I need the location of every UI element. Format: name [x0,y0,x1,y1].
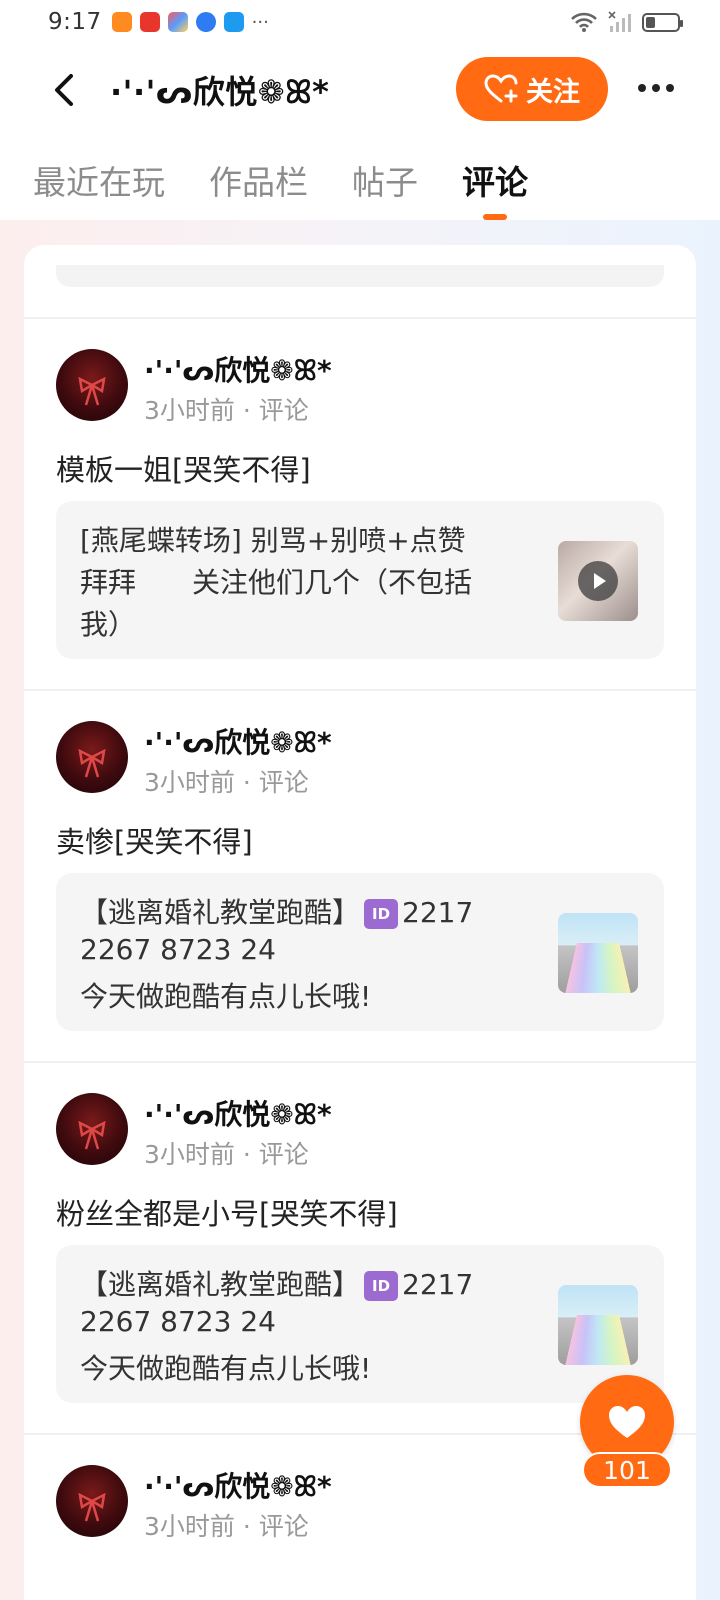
comment-text: 粉丝全都是小号[哭笑不得] [56,1197,398,1231]
bow-icon [78,1493,106,1522]
wifi-icon [571,12,597,32]
comment-user-name[interactable]: ·'·'ᔕ欣悦❁ꕤ* [144,1465,332,1505]
quoted-text-line: 我） [80,608,137,641]
chevron-left-icon [55,74,73,106]
profile-header: ·'·'ᔕ欣悦❁ꕤ* 关注 [0,50,720,130]
tab-label: 最近在玩 [33,163,165,202]
comment-item: ·'·'ᔕ欣悦❁ꕤ* 3小时前 · 评论 粉丝全都是小号[哭笑不得] 【逃离婚礼… [24,1063,696,1435]
play-icon [578,561,618,601]
heart-icon [609,1406,645,1438]
tab-works[interactable]: 作品栏 [209,140,308,220]
profile-tabs: 最近在玩 作品栏 帖子 评论 [0,140,720,220]
id-badge-icon: ID [364,1271,399,1301]
notification-icons [111,12,244,32]
rainbow-stairs-graphic [564,943,632,993]
video-thumbnail[interactable] [558,541,638,621]
avatar[interactable] [56,721,128,793]
tab-label: 评论 [462,163,528,202]
map-thumbnail[interactable] [558,1285,638,1365]
more-options-button[interactable] [634,72,678,104]
video-app-icon [111,12,132,32]
status-time: 9:17 [48,9,102,35]
comment-user-name[interactable]: ·'·'ᔕ欣悦❁ꕤ* [144,721,332,761]
battery-icon [642,12,683,32]
quoted-work-card[interactable]: 【逃离婚礼教堂跑酷】 ID 2217 2267 8723 24 今天做跑酷有点儿长哦… [56,1245,664,1403]
follow-button-label: 关注 [526,76,580,108]
avatar[interactable] [56,349,128,421]
quoted-work-card[interactable]: 【逃离婚礼教堂跑酷】 ID 2217 2267 8723 24 今天做跑酷有点儿长哦… [56,873,664,1031]
tab-label: 作品栏 [209,163,308,202]
quoted-title-line: 【逃离婚礼教堂跑酷】 ID 2217 [80,891,473,931]
browser-app-icon [195,12,216,32]
like-count: 101 [582,1452,672,1488]
comment-item: ·'·'ᔕ欣悦❁ꕤ* 3小时前 · 评论 卖惨[哭笑不得] 【逃离婚礼教堂跑酷】… [24,691,696,1063]
avatar[interactable] [56,1093,128,1165]
bow-icon [78,377,106,406]
more-dot-icon [666,84,674,92]
bow-icon [78,749,106,778]
map-thumbnail[interactable] [558,913,638,993]
bow-icon [78,1121,106,1150]
quoted-title: 【逃离婚礼教堂跑酷】 [80,896,361,929]
comment-meta: 3小时前 · 评论 [144,396,309,425]
avatar[interactable] [56,1465,128,1537]
tab-comments[interactable]: 评论 [462,140,528,220]
quoted-text-line: 2267 8723 24 [80,1305,276,1338]
store-app-icon [167,12,188,32]
signal-icon [608,11,631,32]
heart-plus-icon [484,74,518,103]
quoted-id-part: 2217 [402,1268,474,1301]
comment-meta: 3小时前 · 评论 [144,1512,309,1541]
quoted-title-line: 【逃离婚礼教堂跑酷】 ID 2217 [80,1263,473,1303]
comment-meta: 3小时前 · 评论 [144,1140,309,1169]
comment-user-name[interactable]: ·'·'ᔕ欣悦❁ꕤ* [144,1093,332,1133]
comment-text: 卖惨[哭笑不得] [56,825,253,859]
quoted-title: 【逃离婚礼教堂跑酷】 [80,1268,361,1301]
card-top-strip [56,265,664,287]
tab-label: 帖子 [352,163,418,202]
comment-text: 模板一姐[哭笑不得] [56,453,311,487]
back-button[interactable] [44,70,84,110]
comment-item: ·'·'ᔕ欣悦❁ꕤ* 3小时前 · 评论 模板一姐[哭笑不得] [燕尾蝶转场] … [24,319,696,691]
follow-button[interactable]: 关注 [456,57,608,121]
quoted-text-line: 2267 8723 24 [80,933,276,966]
id-badge-icon: ID [364,899,399,929]
comment-user-name[interactable]: ·'·'ᔕ欣悦❁ꕤ* [144,349,332,389]
quoted-text-line: 今天做跑酷有点儿长哦! [80,1352,372,1385]
rainbow-stairs-graphic [564,1315,632,1365]
quoted-text-line: 拜拜 关注他们几个（不包括 [80,566,473,599]
quoted-work-card[interactable]: [燕尾蝶转场] 别骂+别喷+点赞 拜拜 关注他们几个（不包括 我） [56,501,664,659]
tab-recently-played[interactable]: 最近在玩 [33,140,165,220]
weather-app-icon [223,12,244,32]
profile-user-name: ·'·'ᔕ欣悦❁ꕤ* [110,73,330,111]
more-notifications-icon: ··· [251,11,269,33]
quoted-id-part: 2217 [402,896,474,929]
news-app-icon [139,12,160,32]
more-dot-icon [638,84,646,92]
status-bar: 9:17 ··· [0,0,720,44]
quoted-text-line: 今天做跑酷有点儿长哦! [80,980,372,1013]
comment-meta: 3小时前 · 评论 [144,768,309,797]
tab-posts[interactable]: 帖子 [352,140,418,220]
quoted-text-line: [燕尾蝶转场] 别骂+别喷+点赞 [80,524,466,557]
more-dot-icon [652,84,660,92]
